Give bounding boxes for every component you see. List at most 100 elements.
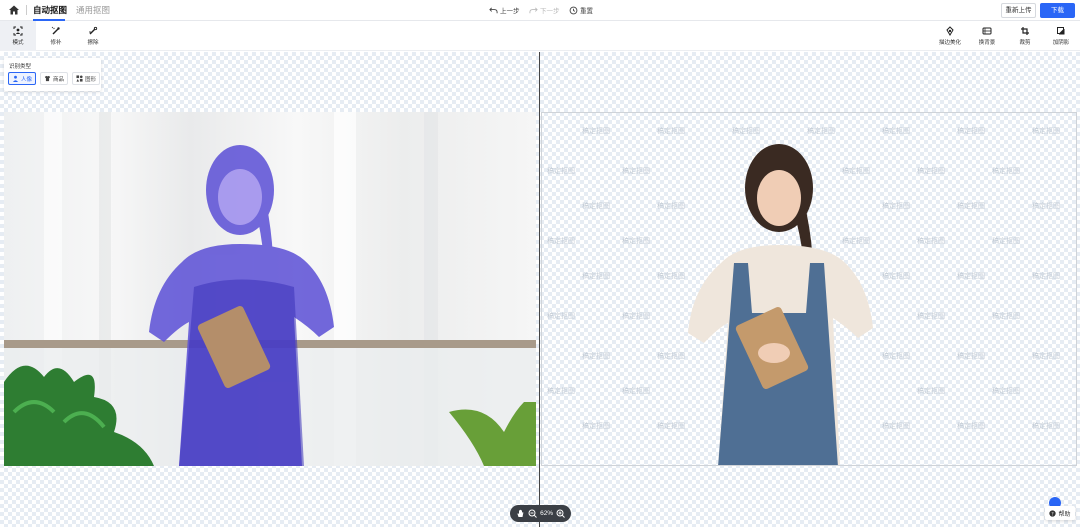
watermark-text: 稿定抠图 xyxy=(657,126,685,135)
watermark-text: 稿定抠图 xyxy=(992,166,1020,175)
watermark-text: 稿定抠图 xyxy=(582,421,610,430)
watermark-text: 稿定抠图 xyxy=(622,236,650,245)
watermark-text: 稿定抠图 xyxy=(732,126,760,135)
watermark-text: 稿定抠图 xyxy=(657,421,685,430)
tool-repair-label: 修补 xyxy=(50,40,62,46)
option-product[interactable]: 商品 xyxy=(40,72,69,85)
undo-label: 上一步 xyxy=(500,8,520,15)
help-label: 帮助 xyxy=(1058,511,1071,518)
shapes-icon xyxy=(76,75,83,82)
watermark-text: 稿定抠图 xyxy=(657,271,685,280)
background-icon xyxy=(982,27,992,35)
watermark-text: 稿定抠图 xyxy=(992,236,1020,245)
header-divider xyxy=(26,5,27,15)
reupload-button[interactable]: 重新上传 xyxy=(1001,3,1036,18)
zoom-in-icon[interactable] xyxy=(556,509,566,518)
watermark-text: 稿定抠图 xyxy=(882,201,910,210)
watermark-text: 稿定抠图 xyxy=(882,271,910,280)
erase-brush-icon xyxy=(89,26,98,35)
watermark-text: 稿定抠图 xyxy=(917,236,945,245)
watermark-text: 稿定抠图 xyxy=(917,166,945,175)
watermark-text: 稿定抠图 xyxy=(842,236,870,245)
top-bar: 自动抠图 通用抠图 上一步 下一步 重置 重新上传 下载 xyxy=(0,0,1080,21)
tool-background-label: 换背景 xyxy=(978,40,996,46)
watermark-text: 稿定抠图 xyxy=(882,421,910,430)
option-graphic-label: 图形 xyxy=(85,76,97,83)
zoom-controls: 62% xyxy=(510,505,571,522)
redo-label: 下一步 xyxy=(540,8,560,15)
reset-button[interactable]: 重置 xyxy=(569,5,593,15)
cutout-result: 稿定抠图 稿定抠图 稿定抠图 稿定抠图 稿定抠图 稿定抠图 稿定抠图 稿定抠图 … xyxy=(541,112,1077,466)
stroke-icon xyxy=(946,26,954,36)
watermark-text: 稿定抠图 xyxy=(807,126,835,135)
watermark-text: 稿定抠图 xyxy=(957,271,985,280)
tool-shadow[interactable]: 加阴影 xyxy=(1043,21,1079,51)
zoom-out-icon[interactable] xyxy=(528,509,537,518)
watermark-text: 稿定抠图 xyxy=(957,421,985,430)
repair-brush-icon xyxy=(51,26,60,35)
watermark-text: 稿定抠图 xyxy=(622,311,650,320)
reset-label: 重置 xyxy=(580,8,593,15)
tool-bar: 模式 修补 擦除 描边美化 换背景 裁剪 加阴影 xyxy=(0,21,1080,51)
watermark-text: 稿定抠图 xyxy=(582,351,610,360)
tool-stroke[interactable]: 描边美化 xyxy=(932,21,968,51)
history-icon xyxy=(569,6,578,14)
recognition-type-title: 识别类型 xyxy=(9,64,32,70)
watermark-text: 稿定抠图 xyxy=(657,351,685,360)
crop-icon xyxy=(1021,27,1029,35)
tool-crop-label: 裁剪 xyxy=(1019,40,1031,46)
watermark-text: 稿定抠图 xyxy=(547,236,575,245)
watermark-text: 稿定抠图 xyxy=(657,201,685,210)
watermark-text: 稿定抠图 xyxy=(957,201,985,210)
tab-general-cutout[interactable]: 通用抠图 xyxy=(76,4,110,16)
tool-erase-label: 擦除 xyxy=(87,40,99,46)
tool-shadow-label: 加阴影 xyxy=(1052,40,1070,46)
watermark-text: 稿定抠图 xyxy=(582,201,610,210)
help-button[interactable]: ? 帮助 xyxy=(1045,506,1075,520)
redo-icon xyxy=(529,6,538,13)
watermark-text: 稿定抠图 xyxy=(582,126,610,135)
hand-pan-icon[interactable] xyxy=(516,509,525,518)
tool-repair[interactable]: 修补 xyxy=(38,21,74,51)
watermark-text: 稿定抠图 xyxy=(992,386,1020,395)
watermark-text: 稿定抠图 xyxy=(1032,126,1060,135)
watermark-text: 稿定抠图 xyxy=(842,166,870,175)
help-icon: ? xyxy=(1049,509,1057,517)
watermark-text: 稿定抠图 xyxy=(957,126,985,135)
watermark-text: 稿定抠图 xyxy=(1032,351,1060,360)
tool-crop[interactable]: 裁剪 xyxy=(1007,21,1043,51)
recognition-type-panel: 识别类型 人像 商品 图形 xyxy=(4,58,101,91)
watermark-text: 稿定抠图 xyxy=(547,311,575,320)
watermark-text: 稿定抠图 xyxy=(582,271,610,280)
watermark-text: 稿定抠图 xyxy=(622,166,650,175)
redo-button[interactable]: 下一步 xyxy=(529,5,560,15)
watermark-text: 稿定抠图 xyxy=(917,311,945,320)
tool-background[interactable]: 换背景 xyxy=(969,21,1005,51)
person-icon xyxy=(12,75,19,82)
original-image xyxy=(4,112,536,466)
tool-mode[interactable]: 模式 xyxy=(0,21,36,51)
watermark-text: 稿定抠图 xyxy=(547,166,575,175)
scan-portrait-icon xyxy=(13,26,23,36)
undo-icon xyxy=(489,6,498,13)
shirt-icon xyxy=(44,75,51,82)
option-portrait-label: 人像 xyxy=(21,76,33,83)
download-button[interactable]: 下载 xyxy=(1040,3,1075,18)
home-icon[interactable] xyxy=(8,4,20,16)
tool-erase[interactable]: 擦除 xyxy=(75,21,111,51)
watermark-text: 稿定抠图 xyxy=(1032,201,1060,210)
zoom-level: 62% xyxy=(540,510,554,517)
watermark-text: 稿定抠图 xyxy=(957,351,985,360)
option-product-label: 商品 xyxy=(53,76,65,83)
option-portrait[interactable]: 人像 xyxy=(8,72,37,85)
watermark-text: 稿定抠图 xyxy=(992,311,1020,320)
option-graphic[interactable]: 图形 xyxy=(72,72,101,85)
compare-split-line[interactable] xyxy=(539,52,540,527)
undo-button[interactable]: 上一步 xyxy=(489,5,520,15)
watermark-text: 稿定抠图 xyxy=(1032,421,1060,430)
watermark-text: 稿定抠图 xyxy=(882,126,910,135)
tab-auto-cutout[interactable]: 自动抠图 xyxy=(33,4,67,16)
watermark-text: 稿定抠图 xyxy=(882,351,910,360)
tool-stroke-label: 描边美化 xyxy=(938,40,961,46)
watermark-text: 稿定抠图 xyxy=(917,386,945,395)
